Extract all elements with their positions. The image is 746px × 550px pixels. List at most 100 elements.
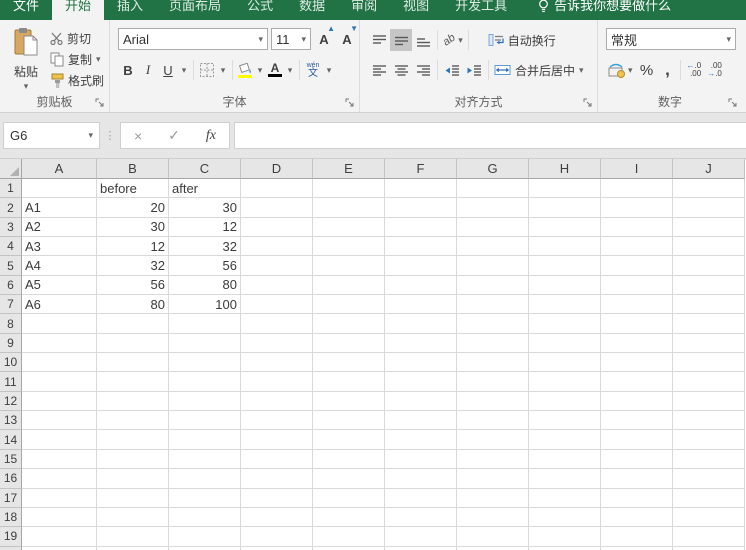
cell-E9[interactable] — [313, 333, 385, 354]
decrease-font-size-button[interactable]: A ▼ — [337, 24, 358, 50]
cell-D11[interactable] — [241, 372, 313, 392]
cell-C9[interactable] — [169, 333, 241, 354]
cell-I8[interactable] — [601, 314, 673, 334]
cell-D1[interactable] — [241, 179, 313, 199]
row-header-6[interactable]: 6 — [0, 275, 22, 296]
cell-C11[interactable] — [169, 372, 241, 392]
formula-input[interactable] — [234, 122, 746, 149]
cell-H14[interactable] — [529, 430, 601, 450]
cell-F20[interactable] — [385, 546, 457, 550]
column-header-J[interactable]: J — [673, 159, 745, 179]
merge-center-button[interactable]: 合并后居中 ▾ — [492, 59, 586, 81]
cell-I1[interactable] — [601, 179, 673, 199]
cell-A7[interactable]: A6 — [22, 295, 97, 315]
cell-E18[interactable] — [313, 507, 385, 528]
cell-G1[interactable] — [457, 179, 529, 199]
row-header-20[interactable]: 20 — [0, 546, 22, 550]
cell-E20[interactable] — [313, 546, 385, 550]
row-header-5[interactable]: 5 — [0, 256, 22, 276]
cell-H10[interactable] — [529, 353, 601, 373]
row-header-7[interactable]: 7 — [0, 295, 22, 315]
cell-A4[interactable]: A3 — [22, 237, 97, 257]
cell-F4[interactable] — [385, 237, 457, 257]
cell-D13[interactable] — [241, 411, 313, 431]
cell-C13[interactable] — [169, 411, 241, 431]
cell-C3[interactable]: 12 — [169, 217, 241, 238]
tab-insert[interactable]: 插入 — [104, 0, 156, 20]
cell-I2[interactable] — [601, 198, 673, 218]
row-header-19[interactable]: 19 — [0, 527, 22, 547]
cell-F12[interactable] — [385, 391, 457, 412]
column-header-D[interactable]: D — [241, 159, 313, 179]
cell-F11[interactable] — [385, 372, 457, 392]
row-header-17[interactable]: 17 — [0, 488, 22, 508]
row-header-10[interactable]: 10 — [0, 353, 22, 373]
cell-H18[interactable] — [529, 507, 601, 528]
cell-H17[interactable] — [529, 488, 601, 508]
cell-F7[interactable] — [385, 295, 457, 315]
row-header-2[interactable]: 2 — [0, 198, 22, 218]
cell-E6[interactable] — [313, 275, 385, 296]
cell-A19[interactable] — [22, 527, 97, 547]
row-header-4[interactable]: 4 — [0, 237, 22, 257]
cell-G10[interactable] — [457, 353, 529, 373]
align-right-button[interactable] — [412, 59, 434, 81]
cell-A16[interactable] — [22, 469, 97, 489]
cell-G7[interactable] — [457, 295, 529, 315]
cell-J3[interactable] — [673, 217, 745, 238]
cell-A15[interactable] — [22, 449, 97, 470]
cell-A5[interactable]: A4 — [22, 256, 97, 276]
column-header-I[interactable]: I — [601, 159, 673, 179]
cell-B6[interactable]: 56 — [97, 275, 169, 296]
cell-I16[interactable] — [601, 469, 673, 489]
cell-B10[interactable] — [97, 353, 169, 373]
row-header-12[interactable]: 12 — [0, 391, 22, 412]
cell-F18[interactable] — [385, 507, 457, 528]
tab-file[interactable]: 文件 — [0, 0, 53, 20]
cell-C1[interactable]: after — [169, 179, 241, 199]
cell-F5[interactable] — [385, 256, 457, 276]
cell-B2[interactable]: 20 — [97, 198, 169, 218]
cell-H3[interactable] — [529, 217, 601, 238]
cell-J13[interactable] — [673, 411, 745, 431]
column-header-C[interactable]: C — [169, 159, 241, 179]
cell-D12[interactable] — [241, 391, 313, 412]
font-dialog-launcher[interactable] — [344, 97, 356, 109]
cell-G6[interactable] — [457, 275, 529, 296]
bold-button[interactable]: B — [118, 59, 138, 81]
row-header-8[interactable]: 8 — [0, 314, 22, 334]
cell-D7[interactable] — [241, 295, 313, 315]
font-color-dropdown-caret[interactable]: ▾ — [284, 65, 296, 76]
cell-A8[interactable] — [22, 314, 97, 334]
number-dialog-launcher[interactable] — [727, 97, 739, 109]
cell-F10[interactable] — [385, 353, 457, 373]
cell-D6[interactable] — [241, 275, 313, 296]
cell-D3[interactable] — [241, 217, 313, 238]
percent-style-button[interactable]: % — [635, 62, 659, 79]
cell-J6[interactable] — [673, 275, 745, 296]
decrease-decimal-button[interactable]: .00 →.0 — [704, 62, 725, 78]
font-color-button[interactable]: A — [266, 59, 284, 81]
cell-B8[interactable] — [97, 314, 169, 334]
cell-G18[interactable] — [457, 507, 529, 528]
cell-J9[interactable] — [673, 333, 745, 354]
cell-I13[interactable] — [601, 411, 673, 431]
cell-A17[interactable] — [22, 488, 97, 508]
tell-me-box[interactable]: 告诉我你想要做什么 — [538, 0, 671, 14]
enter-button[interactable]: ✓ — [168, 127, 180, 144]
cell-B13[interactable] — [97, 411, 169, 431]
cell-J11[interactable] — [673, 372, 745, 392]
formula-bar-resize-handle[interactable]: ⋮ — [100, 129, 120, 142]
cell-H1[interactable] — [529, 179, 601, 199]
cell-J7[interactable] — [673, 295, 745, 315]
cell-I19[interactable] — [601, 527, 673, 547]
cell-J8[interactable] — [673, 314, 745, 334]
cell-G9[interactable] — [457, 333, 529, 354]
cell-C14[interactable] — [169, 430, 241, 450]
cell-D8[interactable] — [241, 314, 313, 334]
cell-D14[interactable] — [241, 430, 313, 450]
cell-F19[interactable] — [385, 527, 457, 547]
cell-C7[interactable]: 100 — [169, 295, 241, 315]
cell-H7[interactable] — [529, 295, 601, 315]
cell-D17[interactable] — [241, 488, 313, 508]
